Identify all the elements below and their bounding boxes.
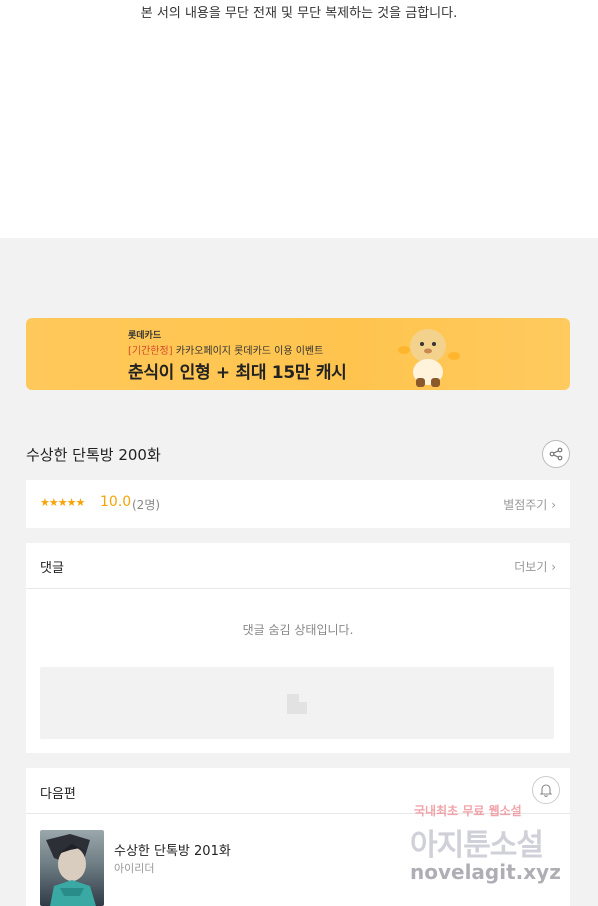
bell-icon bbox=[539, 784, 553, 797]
next-episode-thumbnail[interactable] bbox=[40, 830, 104, 906]
next-episode-author: 아이리더 bbox=[114, 862, 155, 875]
comment-title: 댓글 bbox=[40, 561, 64, 576]
comment-section: 댓글 더보기 › 댓글 숨김 상태입니다. bbox=[26, 543, 570, 753]
star-rating-icon: ★★★★★ bbox=[40, 496, 85, 509]
more-label: 더보기 bbox=[514, 560, 548, 574]
comment-placeholder-icon bbox=[287, 694, 307, 714]
next-episode-title: 다음편 bbox=[40, 787, 76, 802]
rating-card: ★★★★★ 10.0 (2명) 별점주기 › bbox=[26, 480, 570, 528]
rate-label: 별점주기 bbox=[503, 498, 548, 512]
banner-brand: 롯데카드 bbox=[128, 331, 162, 341]
banner-subtitle: [기간한정] 카카오페이지 롯데카드 이용 이벤트 bbox=[128, 342, 323, 357]
next-episode-header: 다음편 bbox=[26, 768, 570, 814]
chevron-right-icon: › bbox=[551, 498, 556, 512]
bear-doll-illustration bbox=[398, 329, 460, 387]
next-episode-name[interactable]: 수상한 단톡방 201화 bbox=[114, 840, 231, 859]
notification-button[interactable] bbox=[532, 776, 560, 804]
share-icon bbox=[549, 447, 563, 461]
rating-score: 10.0 bbox=[100, 494, 132, 510]
episode-title-row: 수상한 단톡방 200화 bbox=[26, 438, 570, 470]
content-end-area: 본 서의 내용을 무단 전재 및 무단 복제하는 것을 금합니다. bbox=[0, 0, 598, 238]
banner-tag: [기간한정] bbox=[128, 346, 173, 357]
episode-title: 수상한 단톡방 200화 bbox=[26, 446, 161, 464]
rate-button[interactable]: 별점주기 › bbox=[503, 496, 556, 513]
copyright-notice: 본 서의 내용을 무단 전재 및 무단 복제하는 것을 금합니다. bbox=[140, 6, 458, 21]
chevron-right-icon: › bbox=[551, 560, 556, 574]
rating-count: (2명) bbox=[132, 498, 161, 512]
thumbnail-illustration bbox=[46, 834, 96, 906]
comment-header: 댓글 더보기 › bbox=[26, 543, 570, 589]
comment-more-button[interactable]: 더보기 › bbox=[514, 558, 556, 575]
banner-sub-text: 카카오페이지 롯데카드 이용 이벤트 bbox=[172, 346, 324, 357]
comment-input-box[interactable] bbox=[40, 667, 554, 739]
banner-headline: 춘식이 인형 + 최대 15만 캐시 bbox=[128, 363, 347, 383]
event-banner[interactable]: 롯데카드 [기간한정] 카카오페이지 롯데카드 이용 이벤트 춘식이 인형 + … bbox=[26, 318, 570, 390]
share-button[interactable] bbox=[542, 440, 570, 468]
comment-hidden-message: 댓글 숨김 상태입니다. bbox=[242, 623, 354, 637]
next-episode-section: 다음편 수상한 단톡방 201화 아이리더 bbox=[26, 768, 570, 906]
